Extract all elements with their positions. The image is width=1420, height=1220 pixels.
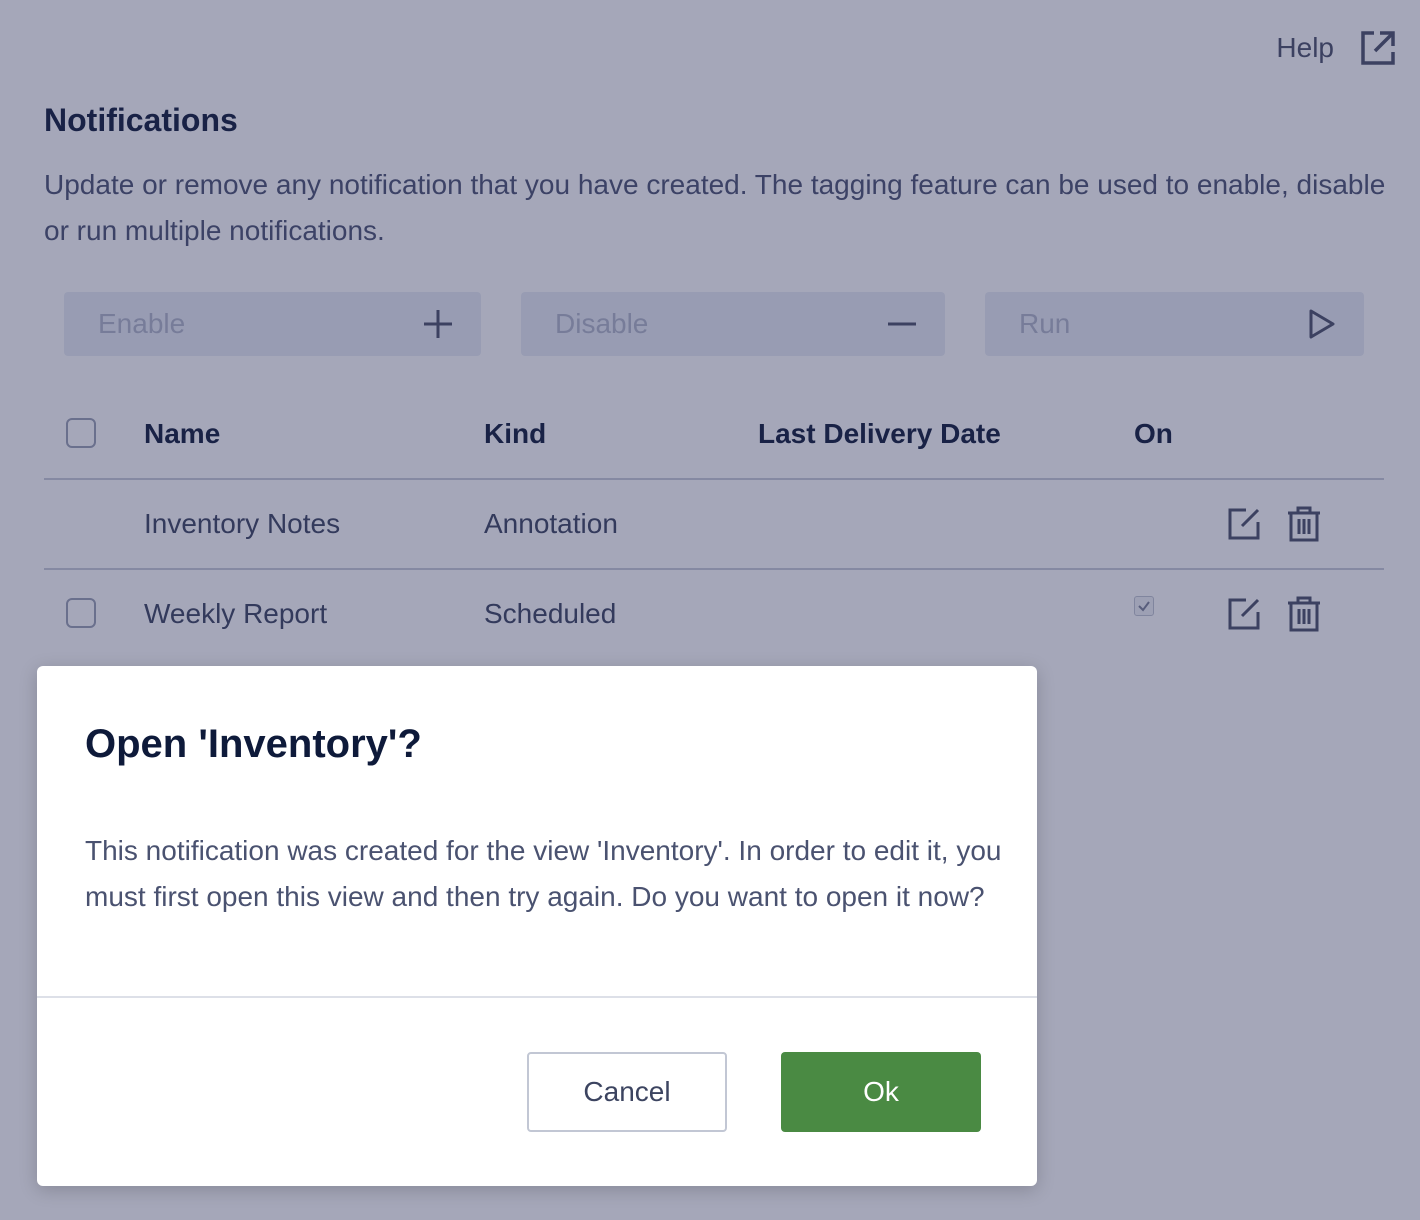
notifications-page: Help Notifications Update or remove any … bbox=[0, 0, 1420, 1220]
ok-button[interactable]: Ok bbox=[781, 1052, 981, 1132]
dialog-divider bbox=[37, 996, 1037, 998]
open-view-dialog: Open 'Inventory'? This notification was … bbox=[37, 666, 1037, 1186]
cancel-button[interactable]: Cancel bbox=[527, 1052, 727, 1132]
dialog-message: This notification was created for the vi… bbox=[85, 835, 1002, 912]
dialog-title: Open 'Inventory'? bbox=[85, 722, 422, 766]
